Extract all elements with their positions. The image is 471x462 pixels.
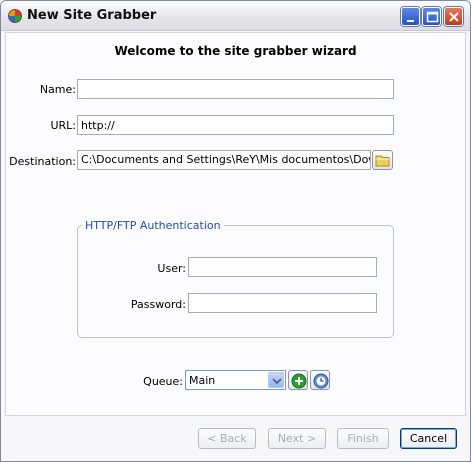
app-icon	[8, 9, 22, 23]
user-input[interactable]	[188, 257, 377, 277]
minimize-button[interactable]	[401, 7, 420, 26]
url-label: URL:	[50, 119, 76, 132]
schedule-icon	[313, 373, 329, 389]
name-label: Name:	[39, 83, 76, 96]
authentication-group	[77, 225, 394, 338]
add-queue-button[interactable]	[288, 370, 308, 390]
chevron-down-icon	[272, 378, 282, 384]
password-label: Password:	[130, 298, 186, 311]
authentication-group-title: HTTP/FTP Authentication	[82, 219, 224, 232]
queue-selected-value: Main	[189, 374, 216, 387]
user-label: User:	[157, 262, 186, 275]
finish-button[interactable]: Finish	[337, 428, 389, 449]
schedule-queue-button[interactable]	[310, 370, 330, 390]
url-input[interactable]	[77, 115, 394, 135]
new-site-grabber-window: New Site Grabber Welcome to the site gra…	[0, 0, 471, 462]
add-icon	[291, 373, 307, 389]
queue-dropdown-button[interactable]	[268, 372, 284, 388]
name-input[interactable]	[77, 79, 394, 99]
maximize-button[interactable]	[422, 7, 441, 26]
browse-folder-button[interactable]	[372, 150, 393, 170]
maximize-icon	[426, 11, 439, 23]
destination-input[interactable]: C:\Documents and Settings\ReY\Mis docume…	[77, 150, 371, 170]
close-icon	[449, 12, 459, 22]
cancel-button[interactable]: Cancel	[400, 428, 457, 449]
wizard-heading: Welcome to the site grabber wizard	[114, 44, 357, 58]
folder-icon	[375, 155, 390, 167]
password-input[interactable]	[188, 293, 377, 313]
minimize-icon	[407, 20, 414, 22]
close-button[interactable]	[444, 7, 463, 26]
next-button[interactable]: Next >	[268, 428, 326, 449]
back-button[interactable]: < Back	[198, 428, 256, 449]
destination-label: Destination:	[9, 155, 76, 168]
queue-label: Queue:	[143, 375, 183, 388]
title-bar: New Site Grabber	[1, 1, 470, 31]
window-title: New Site Grabber	[27, 8, 157, 23]
queue-select[interactable]: Main	[185, 370, 286, 390]
